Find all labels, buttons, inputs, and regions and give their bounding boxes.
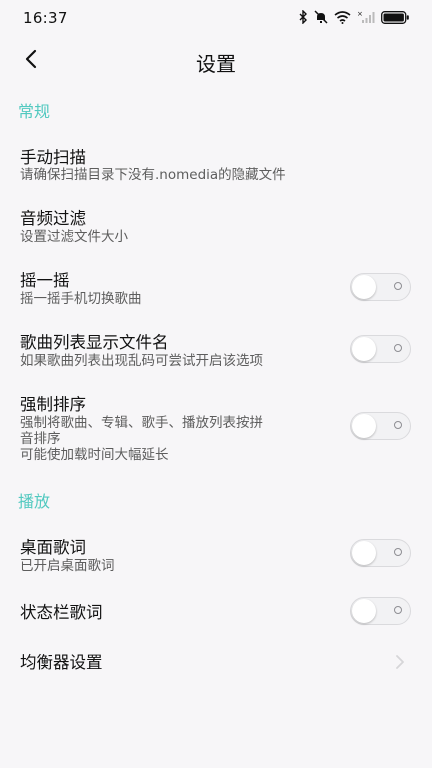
setting-subtitle-line: 可能使加载时间大幅延长: [20, 447, 169, 463]
setting-title: 状态栏歌词: [20, 603, 103, 622]
mute-icon: [314, 10, 328, 24]
setting-subtitle: 如果歌曲列表出现乱码可尝试开启该选项: [20, 353, 263, 369]
setting-title: 音频过滤: [20, 209, 86, 228]
header: 设置: [0, 40, 432, 82]
setting-statusbar-lyrics: 状态栏歌词: [0, 590, 432, 634]
setting-title: 歌曲列表显示文件名: [20, 333, 169, 352]
setting-equalizer[interactable]: 均衡器设置: [0, 640, 432, 684]
setting-subtitle: 设置过滤文件大小: [20, 229, 128, 245]
status-bar: 16:37 ×: [0, 0, 432, 34]
setting-shake: 摇一摇 摇一摇手机切换歌曲: [0, 260, 432, 316]
setting-title: 摇一摇: [20, 271, 70, 290]
shake-toggle[interactable]: [350, 273, 411, 301]
toggle-knob: [352, 337, 376, 361]
toggle-knob: [352, 275, 376, 299]
section-label-general: 常规: [18, 102, 51, 121]
svg-text:×: ×: [357, 10, 363, 18]
toggle-knob: [352, 599, 376, 623]
setting-subtitle: 已开启桌面歌词: [20, 558, 115, 574]
setting-title: 桌面歌词: [20, 538, 86, 557]
setting-force-sort: 强制排序 强制将歌曲、专辑、歌手、播放列表按拼 音排序 可能使加载时间大幅延长: [0, 384, 432, 468]
force-sort-toggle[interactable]: [350, 412, 411, 440]
status-time: 16:37: [23, 9, 68, 27]
statusbar-lyrics-toggle[interactable]: [350, 597, 411, 625]
chevron-right-icon: [394, 654, 406, 669]
battery-icon: [381, 10, 410, 24]
desktop-lyrics-toggle[interactable]: [350, 539, 411, 567]
setting-title: 强制排序: [20, 395, 86, 414]
toggle-off-indicator: [394, 344, 402, 352]
toggle-off-indicator: [394, 282, 402, 290]
page-title: 设置: [196, 52, 236, 76]
toggle-knob: [352, 541, 376, 565]
show-filename-toggle[interactable]: [350, 335, 411, 363]
setting-title: 手动扫描: [20, 148, 86, 167]
status-icons: ×: [299, 9, 410, 25]
setting-show-filename: 歌曲列表显示文件名 如果歌曲列表出现乱码可尝试开启该选项: [0, 322, 432, 378]
setting-audio-filter[interactable]: 音频过滤 设置过滤文件大小: [0, 198, 432, 254]
setting-subtitle: 摇一摇手机切换歌曲: [20, 291, 142, 307]
setting-desktop-lyrics: 桌面歌词 已开启桌面歌词: [0, 526, 432, 582]
setting-manual-scan[interactable]: 手动扫描 请确保扫描目录下没有.nomedia的隐藏文件: [0, 136, 432, 192]
toggle-off-indicator: [394, 421, 402, 429]
toggle-knob: [352, 414, 376, 438]
toggle-off-indicator: [394, 548, 402, 556]
signal-icon: ×: [357, 10, 375, 24]
setting-subtitle-line: 音排序: [20, 431, 61, 447]
toggle-off-indicator: [394, 606, 402, 614]
setting-subtitle-line: 强制将歌曲、专辑、歌手、播放列表按拼: [20, 415, 263, 431]
bluetooth-icon: [299, 10, 308, 24]
section-label-playback: 播放: [18, 492, 51, 511]
wifi-icon: [334, 10, 351, 24]
setting-subtitle: 请确保扫描目录下没有.nomedia的隐藏文件: [20, 167, 286, 183]
setting-title: 均衡器设置: [20, 653, 103, 672]
